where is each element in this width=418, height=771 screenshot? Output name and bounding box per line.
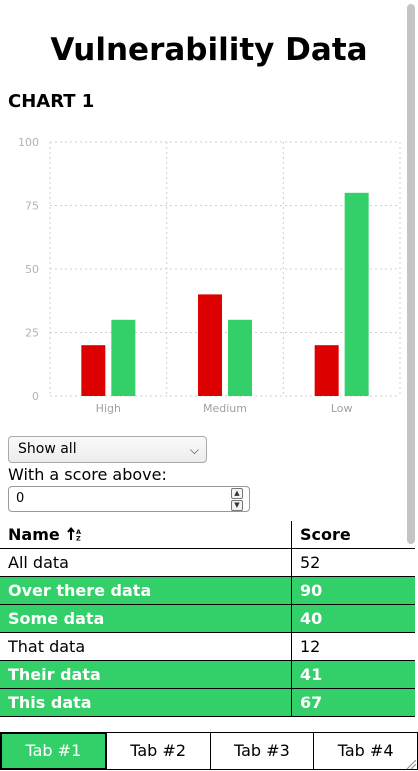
score-column-header[interactable]: Score [291,521,415,549]
page-title: Vulnerability Data [50,32,368,68]
bar [198,294,222,396]
tab-4[interactable]: Tab #4 [314,732,418,770]
row-score: 67 [291,688,415,717]
table-row[interactable]: All data 52 [0,548,415,577]
score-filter-label: With a score above: [8,465,167,484]
x-tick-label: Low [331,402,353,415]
y-tick-label: 75 [25,200,39,213]
bar [111,319,136,396]
svg-text:Z: Z [76,535,81,542]
chevron-down-icon: ⌵ [189,443,199,457]
resize-grip-icon[interactable] [405,758,417,770]
row-score: 41 [291,660,415,689]
row-score: 52 [291,548,415,577]
table-header-row: Name A Z Score [0,521,415,549]
x-tick-label: Medium [203,402,247,415]
bar [228,319,252,396]
spin-up-icon[interactable]: ▲ [231,488,243,499]
tab-bar: Tab #1 Tab #2 Tab #3 Tab #4 [0,732,418,770]
chart-heading: CHART 1 [8,91,95,112]
name-column-label: Name [8,525,60,544]
row-score: 40 [291,604,415,633]
row-name: Over there data [0,576,292,605]
y-tick-label: 50 [25,263,39,276]
row-name: All data [0,548,292,577]
scrollbar-thumb[interactable] [407,4,415,544]
row-name: That data [0,632,292,661]
filter-select[interactable]: Show all ⌵ [8,436,207,463]
bar-chart: 0 25 50 75 100 High Medium Low [18,136,401,415]
score-filter-input[interactable]: 0 ▲ ▼ [8,486,250,512]
tab-1[interactable]: Tab #1 [0,732,107,770]
tab-3[interactable]: Tab #3 [210,732,315,770]
bar [314,345,339,396]
table-row[interactable]: Over there data 90 [0,576,415,605]
table-row[interactable]: Some data 40 [0,604,415,633]
y-tick-label: 25 [25,327,39,340]
row-score: 90 [291,576,415,605]
bar [81,345,106,396]
sort-icon[interactable]: A Z [67,526,83,543]
tab-2[interactable]: Tab #2 [106,732,211,770]
table-row[interactable]: This data 67 [0,688,415,717]
filter-select-value: Show all [18,441,77,457]
x-tick-label: High [96,402,121,415]
table-row[interactable]: Their data 41 [0,660,415,689]
y-tick-label: 100 [18,136,39,149]
spin-down-icon[interactable]: ▼ [231,500,243,511]
row-name: Some data [0,604,292,633]
scrollbar[interactable] [407,4,416,544]
name-column-header[interactable]: Name A Z [0,521,292,549]
table-row[interactable]: That data 12 [0,632,415,661]
score-filter-value: 0 [16,491,25,506]
data-table: Name A Z Score All data 52 Over there data… [0,521,415,717]
row-name: Their data [0,660,292,689]
row-score: 12 [291,632,415,661]
row-name: This data [0,688,292,717]
bar [344,192,369,396]
y-tick-label: 0 [32,390,39,403]
number-spinner[interactable]: ▲ ▼ [231,488,243,511]
